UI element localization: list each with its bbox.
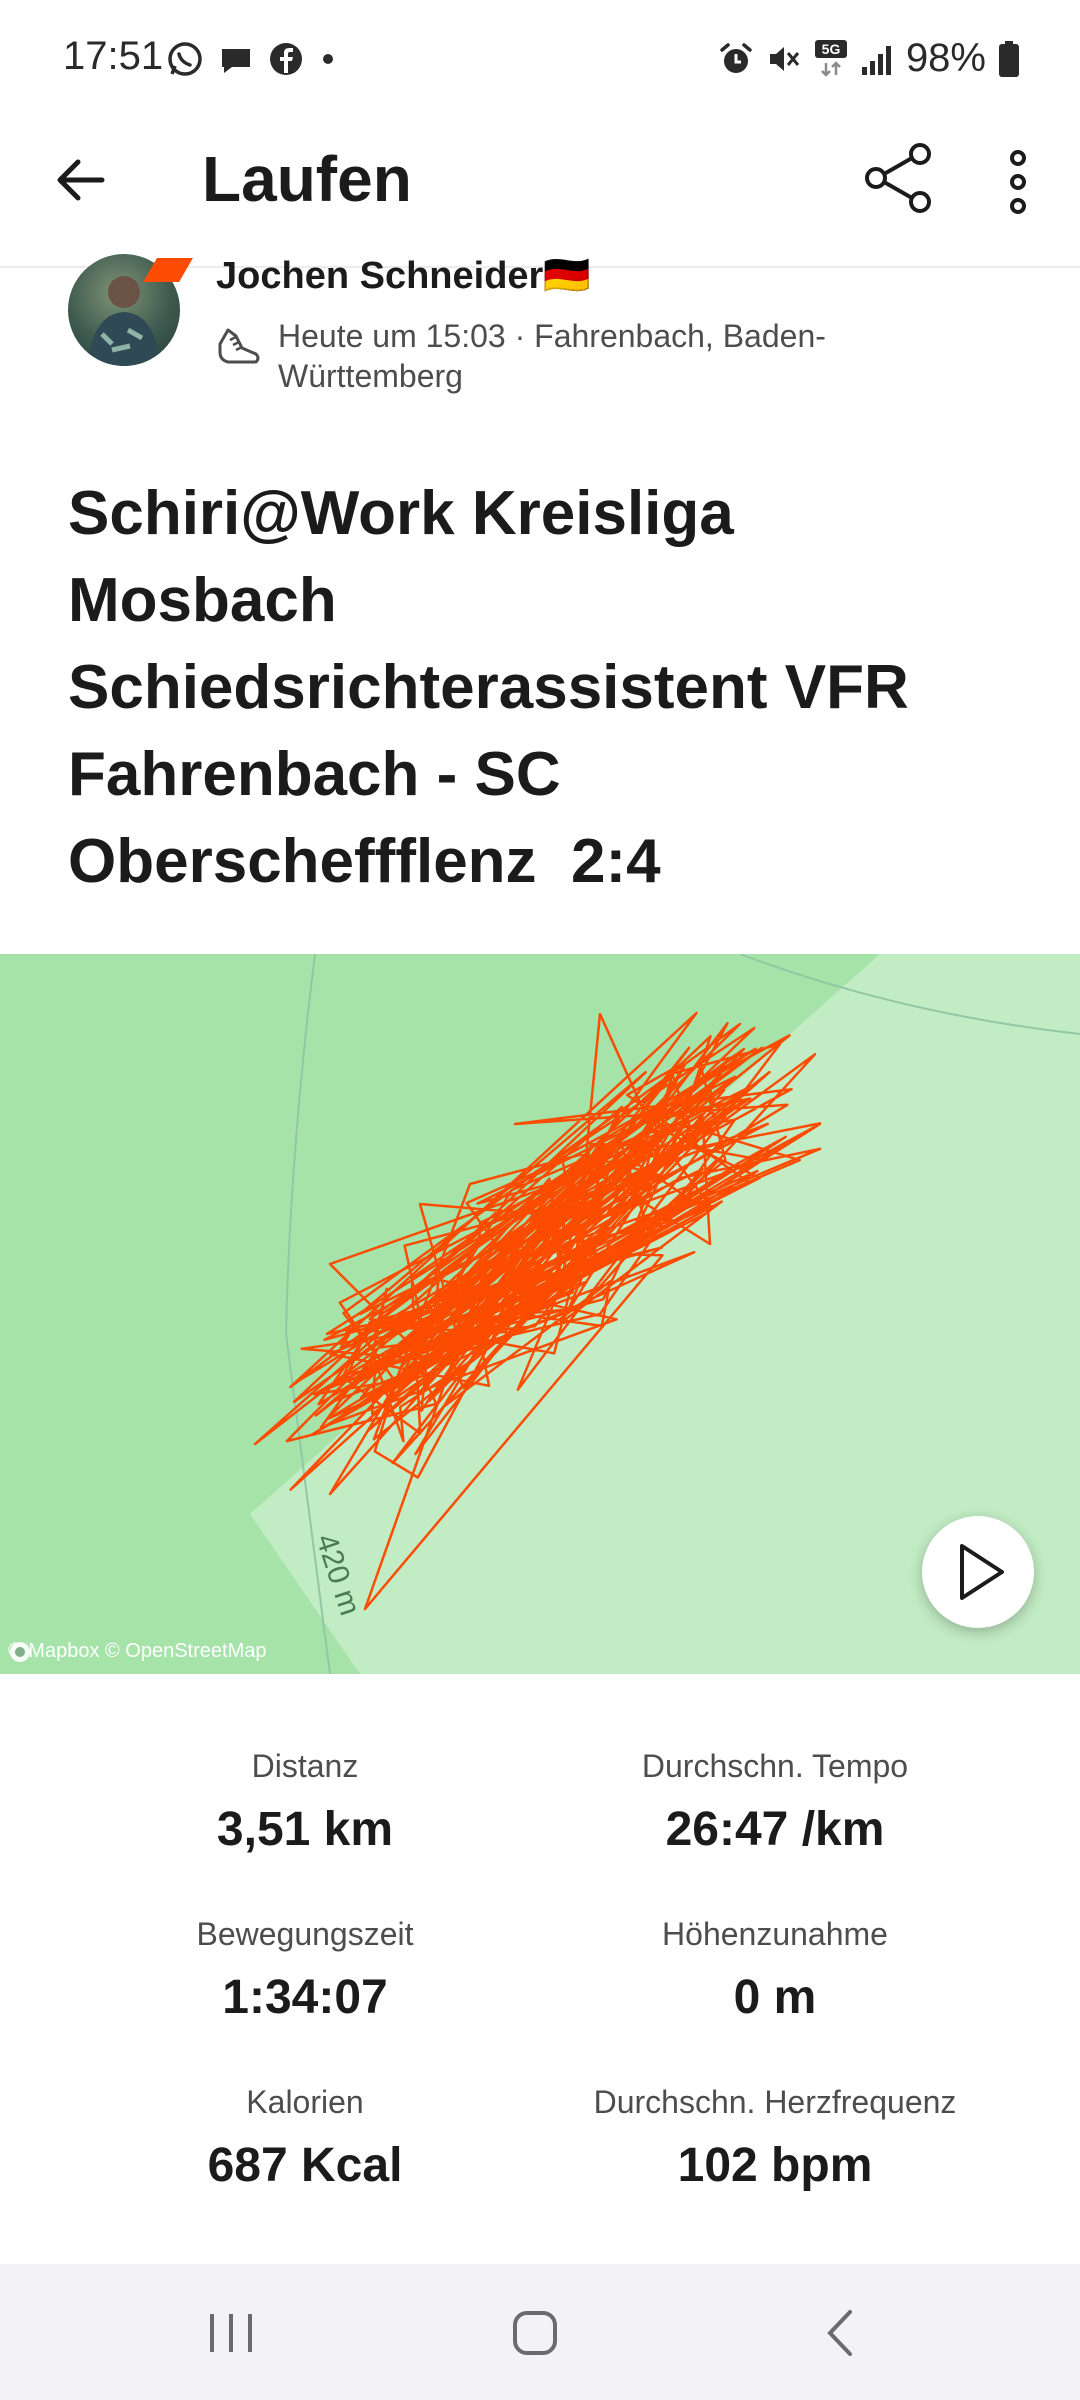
stat-label: Distanz <box>251 1748 359 1784</box>
chat-icon <box>222 49 250 73</box>
recent-apps-icon[interactable] <box>206 2310 256 2356</box>
dot-icon <box>323 54 333 64</box>
stat-value: 1:34:07 <box>222 1971 388 2024</box>
play-flyover-button[interactable] <box>922 1516 1034 1628</box>
signal-icon <box>861 45 891 75</box>
battery-percent: 98% <box>905 36 986 80</box>
map-attribution[interactable]: © Mapbox © OpenStreetMap <box>8 1640 267 1663</box>
5g-icon: 5G <box>814 39 847 77</box>
stat-value: 3,51 km <box>216 1803 394 1856</box>
app-header: Laufen <box>0 120 1080 268</box>
back-nav-icon[interactable] <box>820 2308 860 2358</box>
home-icon[interactable] <box>510 2308 560 2358</box>
mute-icon <box>769 46 800 71</box>
activity-title: Schiri@Work Kreisliga Mosbach Schiedsric… <box>68 479 926 896</box>
more-vertical-icon <box>1010 150 1026 214</box>
notification-icons <box>166 40 338 78</box>
stat-label: Durchschn. Tempo <box>641 1748 909 1784</box>
activity-meta: Heute um 15:03 · Fahrenbach, Baden-Württ… <box>278 318 826 394</box>
athlete-name[interactable]: Jochen Schneider🇩🇪 <box>216 254 591 298</box>
status-bar: 17:51 5G 98% <box>0 0 1080 120</box>
stat-label: Kalorien <box>246 2084 364 2120</box>
battery-icon <box>999 40 1019 77</box>
more-options-button[interactable] <box>998 144 1038 220</box>
stat-value: 0 m <box>733 1971 817 2024</box>
alarm-icon <box>720 42 752 73</box>
stat-value: 687 Kcal <box>207 2139 403 2192</box>
system-nav-bar <box>0 2264 1080 2400</box>
share-button[interactable] <box>862 140 938 216</box>
mapbox-logo-icon <box>10 1642 30 1662</box>
shoe-icon <box>214 322 262 370</box>
status-time: 17:51 <box>63 34 164 78</box>
back-button[interactable] <box>50 150 110 210</box>
stat-value: 26:47 /km <box>665 1803 885 1856</box>
play-icon <box>960 1544 1004 1600</box>
facebook-icon <box>270 43 302 75</box>
stat-label: Bewegungszeit <box>196 1916 414 1952</box>
stat-label: Durchschn. Herzfrequenz <box>593 2084 957 2120</box>
map-canvas <box>0 954 1080 1674</box>
attribution-text: © Mapbox © OpenStreetMap <box>8 1640 267 1662</box>
stat-label: Höhenzunahme <box>662 1916 888 1952</box>
share-icon <box>865 143 931 213</box>
page-title: Laufen <box>202 143 412 215</box>
arrow-left-icon <box>57 159 105 201</box>
stat-value: 102 bpm <box>677 2139 873 2192</box>
route-map[interactable]: © Mapbox © OpenStreetMap 420 m <box>0 954 1080 1674</box>
svg-text:5G: 5G <box>822 41 841 57</box>
system-icons: 5G 98% <box>718 36 1020 81</box>
whatsapp-icon <box>168 42 202 76</box>
